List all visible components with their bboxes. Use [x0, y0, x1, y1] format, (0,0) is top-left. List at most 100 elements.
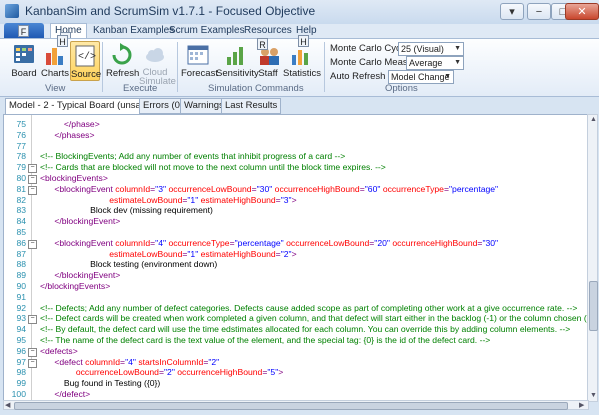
line-number: 75: [16, 119, 26, 129]
code-line: 81− <blockingEvent columnId="3" occurren…: [4, 184, 588, 195]
cloud-simulate-button[interactable]: Cloud Simulate: [139, 43, 176, 86]
code-text: estimateLowBound="1" estimateHighBound="…: [109, 194, 297, 205]
line-number: 76: [16, 129, 26, 140]
scroll-right-icon[interactable]: ▶: [579, 401, 584, 409]
fold-toggle-icon[interactable]: −: [28, 347, 37, 357]
line-number: 85: [16, 227, 26, 237]
charts-button[interactable]: Charts: [41, 43, 69, 79]
file-tab[interactable]: F: [4, 23, 44, 39]
window-title: KanbanSim and ScrumSim v1.7.1 - Focused …: [25, 4, 316, 18]
cloud-icon: [142, 43, 168, 67]
code-line: 84 </blockingEvent>: [4, 216, 588, 227]
execute-group-label: Execute: [123, 83, 158, 94]
code-line: 87 estimateLowBound="1" estimateHighBoun…: [4, 249, 588, 260]
board-icon: [11, 43, 37, 67]
line-number: 79: [16, 162, 26, 173]
code-line: 77: [4, 141, 588, 152]
line-number: 90: [16, 281, 26, 291]
tab-last-results[interactable]: Last Results: [221, 98, 282, 114]
horizontal-scrollbar[interactable]: ◀ ▶: [3, 400, 589, 410]
monte-carlo-measure-select[interactable]: Average ▼: [406, 56, 464, 70]
line-number: 86: [16, 237, 26, 248]
group-separator: [102, 42, 103, 92]
code-text: </blockingEvent>: [54, 270, 121, 281]
xml-source-editor[interactable]: 75 </phase> 76 </phases> 77 78 <!-- Blocking…: [3, 114, 589, 402]
statistics-keytip: H: [298, 35, 309, 47]
charts-label: Charts: [41, 68, 69, 79]
code-line: 93− <!-- Defect cards will be created whe…: [4, 313, 588, 325]
document-tab-strip: Model - 2 - Typical Board (unsaved) Erro…: [0, 97, 599, 115]
close-button[interactable]: ✕: [565, 3, 599, 20]
line-number: 95: [16, 335, 26, 345]
file-keytip: F: [18, 25, 29, 37]
code-text: </phase>: [63, 119, 100, 129]
horizontal-scroll-thumb[interactable]: [14, 402, 568, 410]
line-number: 87: [16, 248, 26, 259]
vertical-scroll-thumb[interactable]: [589, 281, 598, 331]
line-number: 98: [16, 367, 26, 378]
chevron-down-icon: ▼: [454, 45, 461, 52]
forecast-icon: [185, 43, 211, 67]
chevron-down-icon: ▼: [454, 59, 461, 66]
line-number: 78: [16, 151, 26, 162]
code-line: 97− <defect columnId="4" startsInColumnI…: [4, 357, 588, 368]
code-text: <blockingEvent columnId="3" occurrenceLo…: [54, 183, 499, 194]
line-number: 96: [16, 345, 26, 356]
code-text: estimateLowBound="1" estimateHighBound="…: [109, 248, 297, 259]
statistics-button[interactable]: Statistics: [283, 43, 322, 79]
line-number: 83: [16, 205, 26, 216]
line-number: 88: [16, 259, 26, 270]
tab-resources[interactable]: Resources: [240, 24, 296, 37]
title-bar: KanbanSim and ScrumSim v1.7.1 - Focused …: [0, 0, 599, 24]
code-line: 98 occurrenceLowBound="2" occurrenceHigh…: [4, 367, 588, 378]
fold-toggle-icon[interactable]: −: [28, 175, 37, 184]
scroll-up-icon[interactable]: ▲: [590, 116, 597, 123]
code-line: 92 <!-- Defects; Add any number of defect…: [4, 303, 588, 314]
code-text: <!-- BlockingEvents; Add any number of e…: [40, 151, 346, 162]
code-text: <defect columnId="4" startsInColumnId="2…: [54, 356, 220, 367]
svg-text:</>: </>: [78, 51, 96, 63]
tab-scrum-examples[interactable]: Scrum Examples: [165, 24, 249, 37]
staff-keytip: R: [257, 38, 268, 50]
statistics-label: Statistics: [283, 68, 322, 79]
fold-toggle-icon[interactable]: −: [28, 358, 37, 368]
sensitivity-button[interactable]: Sensitivity: [216, 43, 259, 79]
refresh-button[interactable]: Refresh: [106, 43, 140, 79]
source-button[interactable]: </> Source: [70, 41, 101, 81]
line-number: 97: [16, 356, 26, 367]
code-line: 79− <!-- Cards that are blocked will not …: [4, 162, 588, 174]
code-line: 96− <defects>: [4, 346, 588, 357]
code-text: <defects>: [40, 345, 78, 356]
code-text: <blockingEvents>: [40, 173, 108, 183]
monte-carlo-cycles-select[interactable]: 25 (Visual) ▼: [398, 42, 464, 56]
code-text: </phases>: [54, 129, 95, 140]
sensitivity-icon: [222, 43, 248, 67]
view-group-label: View: [45, 83, 66, 94]
app-icon[interactable]: [5, 4, 19, 18]
board-button[interactable]: Board: [10, 43, 38, 79]
group-separator: [177, 42, 178, 92]
fold-toggle-icon[interactable]: −: [28, 164, 37, 174]
fold-toggle-icon[interactable]: −: [28, 315, 37, 325]
code-line: 78 <!-- BlockingEvents; Add any number of…: [4, 151, 588, 162]
scroll-left-icon[interactable]: ◀: [5, 401, 10, 409]
line-number: 91: [16, 291, 26, 302]
line-number: 92: [16, 302, 26, 313]
code-line: 75 </phase>: [4, 119, 588, 130]
code-line: 95 <!-- The name of the defect card is th…: [4, 335, 588, 346]
scroll-down-icon[interactable]: ▼: [590, 392, 597, 399]
vertical-scrollbar[interactable]: ▲ ▼: [587, 114, 598, 402]
monte-carlo-cycles-value: 25 (Visual): [401, 44, 444, 54]
minimize-button[interactable]: −: [527, 3, 551, 20]
caret-button[interactable]: ▾: [500, 3, 524, 20]
code-text: <!-- The name of the defect card is the …: [40, 335, 491, 345]
line-number: 94: [16, 324, 26, 335]
refresh-label: Refresh: [106, 68, 140, 79]
fold-toggle-icon[interactable]: −: [28, 239, 37, 249]
fold-toggle-icon[interactable]: −: [28, 185, 37, 195]
code-text: </blockingEvents>: [40, 281, 111, 291]
code-text: <!-- By default, the defect card will us…: [40, 324, 571, 335]
forecast-button[interactable]: Forecast: [181, 43, 218, 79]
code-text: Block testing (environment down): [90, 259, 218, 270]
auto-refresh-select[interactable]: Model Change ▼: [388, 70, 454, 84]
